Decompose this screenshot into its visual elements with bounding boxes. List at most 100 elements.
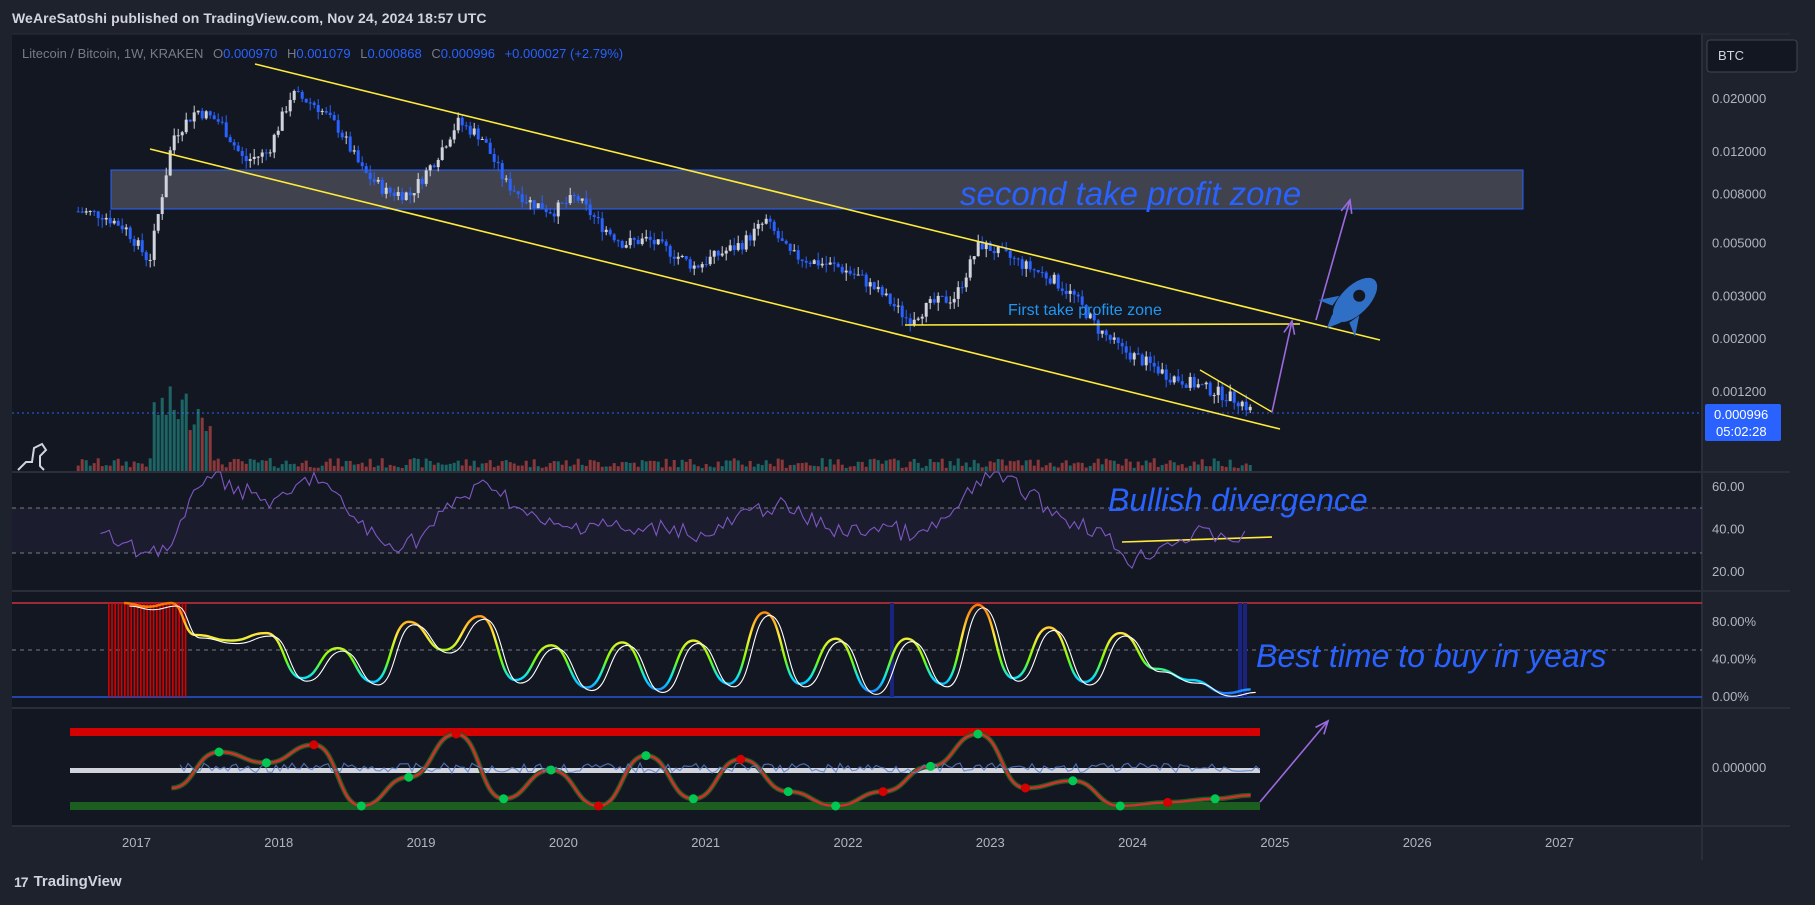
candle-body <box>1032 269 1036 271</box>
volume-bar <box>992 462 996 471</box>
volume-bar <box>552 461 556 471</box>
candle-body <box>776 231 780 239</box>
candle-body <box>1156 366 1160 374</box>
volume-bar <box>1004 465 1008 471</box>
candle-body <box>368 172 372 180</box>
candle-body <box>232 142 236 146</box>
overbought-bar <box>117 603 120 697</box>
volume-bar <box>836 459 840 471</box>
candle-body <box>432 165 436 168</box>
volume-bar <box>492 467 496 471</box>
candle-body <box>448 139 452 147</box>
candle-body <box>1040 272 1044 274</box>
stoch-tick-label: 80.00% <box>1712 614 1757 629</box>
candle-body <box>852 273 856 275</box>
price-tick-label: 0.003000 <box>1712 289 1766 304</box>
candle-body <box>840 266 844 273</box>
candle-body <box>356 150 360 163</box>
candle-body <box>932 299 936 303</box>
candle-body <box>488 142 492 154</box>
volume-bar <box>860 461 864 471</box>
volume-bar <box>356 464 360 471</box>
trading-chart[interactable]: 0.020000 0.012000 0.008000 0.005000 0.003000… <box>0 0 1815 868</box>
candle-body <box>616 240 620 242</box>
volume-bar <box>88 465 92 471</box>
rsi-tick-label: 40.00 <box>1712 522 1745 537</box>
candle-body <box>312 102 316 106</box>
candle-body <box>136 240 140 246</box>
candle-body <box>536 203 540 209</box>
candle-body <box>552 213 556 217</box>
candle-body <box>344 136 348 138</box>
candle-body <box>1192 376 1196 388</box>
volume-bar <box>240 461 244 471</box>
volume-bar <box>420 467 424 471</box>
volume-bar <box>348 460 352 471</box>
volume-bar <box>1012 461 1016 471</box>
candle-body <box>992 250 996 254</box>
volume-bar <box>80 459 84 471</box>
volume-bar <box>1100 464 1104 471</box>
candle-body <box>976 241 980 257</box>
overbought-bar <box>178 603 180 697</box>
volume-bar <box>1088 465 1092 471</box>
volume-bar <box>484 463 488 471</box>
volume-bar <box>776 458 780 471</box>
volume-bar <box>956 458 960 471</box>
candle-body <box>884 293 888 296</box>
candle-body <box>1224 400 1228 402</box>
candle-body <box>920 316 924 319</box>
candle-body <box>660 239 664 242</box>
volume-bar <box>592 460 596 471</box>
candle-body <box>872 282 876 290</box>
volume-bar <box>668 466 672 471</box>
candle-body <box>1196 384 1200 388</box>
candle-body <box>1076 294 1080 297</box>
volume-bar <box>748 460 752 471</box>
candle-body <box>656 239 660 245</box>
candle-body <box>844 270 848 273</box>
overbought-bar <box>156 603 158 697</box>
volume-bar <box>460 465 464 471</box>
osc-signal-dot <box>736 754 746 764</box>
candle-body <box>772 221 776 232</box>
candle-body <box>196 110 200 113</box>
volume-bar <box>524 460 528 471</box>
volume-bar <box>1204 466 1208 471</box>
volume-bar <box>648 460 652 471</box>
candle-body <box>1200 384 1204 386</box>
volume-bar <box>1220 466 1224 471</box>
volume-bar <box>704 463 708 471</box>
candle-body <box>124 227 128 230</box>
volume-bar <box>144 466 148 471</box>
volume-bar <box>1008 460 1012 471</box>
volume-bar <box>700 467 704 471</box>
candle-body <box>84 211 88 213</box>
candle-body <box>828 262 832 265</box>
candle-body <box>588 204 592 216</box>
candle-body <box>728 245 732 251</box>
volume-bar <box>840 464 844 471</box>
candle-body <box>100 218 104 220</box>
volume-bar <box>1096 458 1100 471</box>
candle-body <box>1008 250 1012 258</box>
volume-bar <box>116 458 120 471</box>
volume-bar <box>628 462 632 471</box>
osc-signal-dot <box>641 751 651 761</box>
candle-body <box>444 146 448 148</box>
candle-body <box>364 166 368 173</box>
volume-bar <box>640 460 644 471</box>
candle-body <box>160 197 164 215</box>
overbought-bar <box>175 603 177 697</box>
candle-body <box>92 210 96 212</box>
volume-bar <box>100 466 104 471</box>
volume-bar <box>252 459 256 471</box>
candle-body <box>508 178 512 191</box>
overbought-bar <box>149 603 152 697</box>
second-take-profit-label: second take profit zone <box>960 175 1301 212</box>
candle-body <box>192 112 196 122</box>
candle-body <box>172 135 176 151</box>
volume-bar <box>1128 461 1132 471</box>
volume-bar <box>1052 466 1056 471</box>
volume-bar <box>208 426 212 471</box>
